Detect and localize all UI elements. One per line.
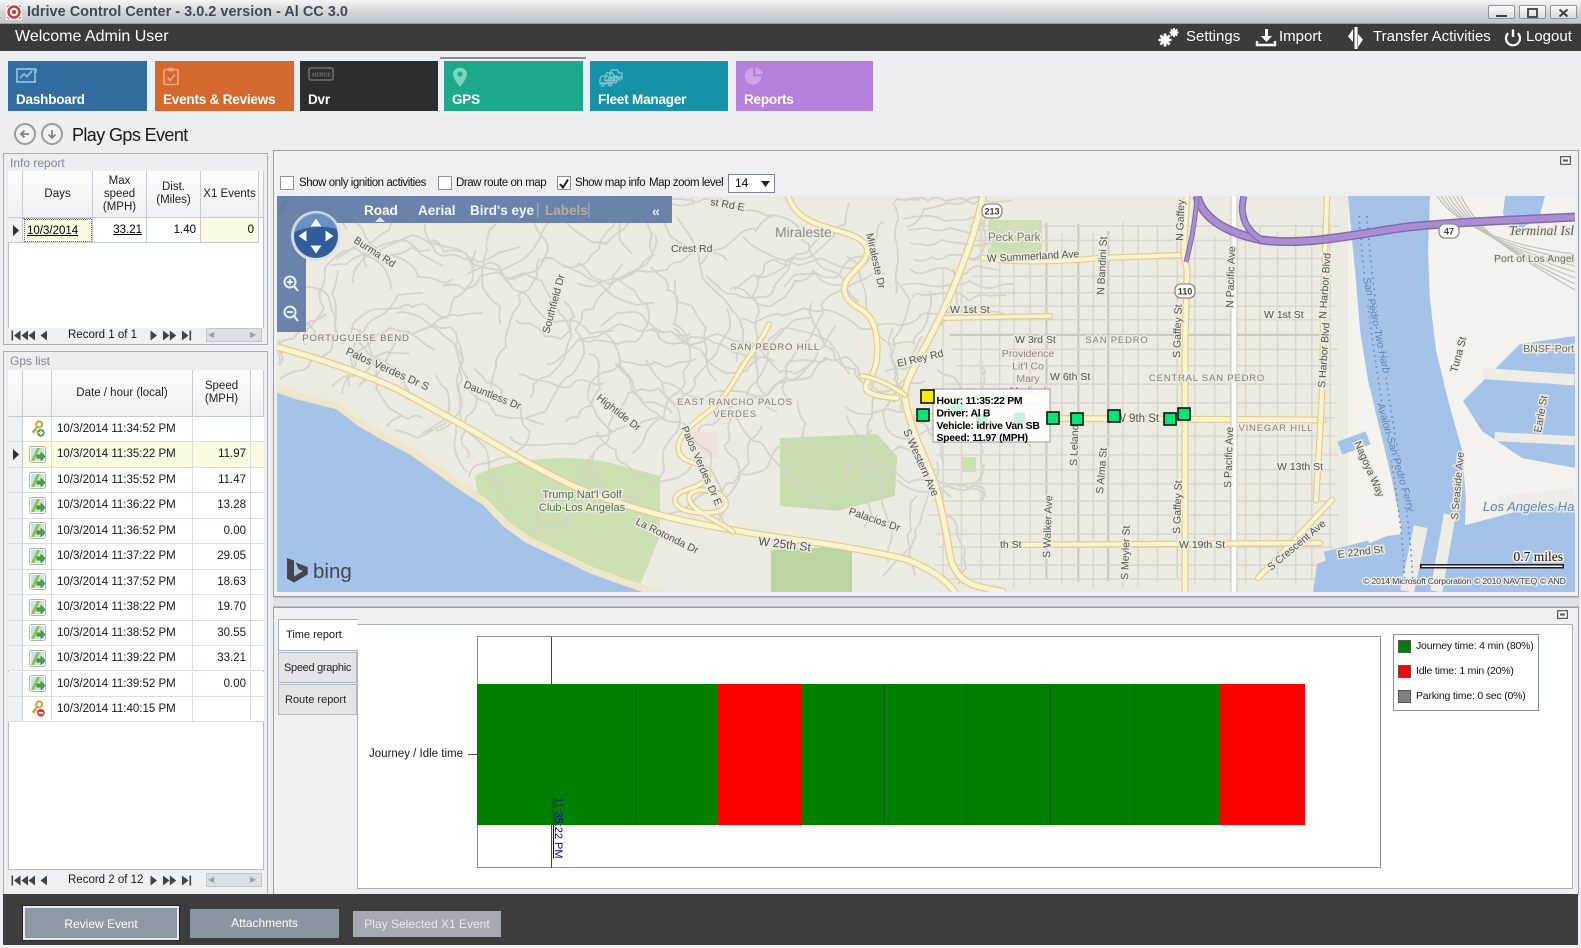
svg-text:SAN PEDRO HILL: SAN PEDRO HILL [730, 342, 820, 353]
svg-text:Los Angeles Harb: Los Angeles Harb [1483, 499, 1575, 514]
svg-text:Road: Road [364, 203, 398, 218]
svg-text:Driver: Al B: Driver: Al B [937, 409, 992, 420]
svg-text:Trump Nat'l Golf: Trump Nat'l Golf [542, 489, 622, 501]
svg-text:W 3rd St: W 3rd St [1015, 334, 1056, 346]
svg-text:Providence: Providence [1002, 348, 1055, 360]
svg-text:110: 110 [1178, 287, 1193, 297]
svg-text:PORTUGUESE BEND: PORTUGUESE BEND [302, 333, 409, 344]
svg-text:S Meyler St: S Meyler St [1119, 525, 1133, 580]
svg-text:W 1st St: W 1st St [950, 304, 990, 316]
svg-text:Vehicle: idrive Van SB: Vehicle: idrive Van SB [937, 421, 1041, 432]
svg-text:MERGE: MERGE [312, 73, 332, 79]
svg-text:213: 213 [984, 207, 999, 217]
svg-text:th St: th St [1000, 539, 1022, 551]
svg-text:Bird's eye: Bird's eye [470, 203, 534, 218]
svg-text:bing: bing [313, 560, 352, 583]
svg-text:VINEGAR HILL: VINEGAR HILL [1238, 423, 1313, 434]
svg-text:EAST RANCHO PALOS: EAST RANCHO PALOS [677, 397, 793, 408]
svg-text:0.7 miles: 0.7 miles [1514, 549, 1564, 564]
svg-text:BNSF-Port: BNSF-Port [1523, 343, 1574, 355]
svg-text:VERDES: VERDES [713, 409, 757, 420]
svg-text:Port of Los Angel: Port of Los Angel [1494, 253, 1574, 265]
svg-text:Peck Park: Peck Park [988, 232, 1041, 244]
svg-text:CENTRAL SAN PEDRO: CENTRAL SAN PEDRO [1149, 373, 1265, 384]
svg-text:W 6th St: W 6th St [1050, 371, 1090, 383]
svg-text:W 9th St: W 9th St [1115, 413, 1160, 425]
svg-text:Crest Rd: Crest Rd [671, 243, 713, 255]
svg-text:Hour: 11:35:22 PM: Hour: 11:35:22 PM [937, 396, 1023, 407]
svg-text:S Gaffey St: S Gaffey St [1171, 304, 1185, 358]
svg-text:© AND: © AND [1540, 576, 1566, 586]
svg-text:Labels: Labels [545, 203, 588, 218]
svg-text:«: « [652, 203, 660, 219]
svg-text:© 2014 Microsoft Corporation: © 2014 Microsoft Corporation [1363, 576, 1471, 586]
svg-text:S Walker Ave: S Walker Ave [1041, 495, 1055, 558]
svg-text:S Gaffey St: S Gaffey St [1171, 480, 1185, 534]
svg-text:Club-Los Angelas: Club-Los Angelas [539, 502, 626, 514]
svg-text:47: 47 [1444, 227, 1454, 237]
svg-text:Terminal Isl: Terminal Isl [1509, 223, 1574, 238]
svg-text:Mary: Mary [1016, 373, 1040, 385]
svg-text:S Pacific Ave: S Pacific Ave [1222, 426, 1236, 488]
svg-text:Miraleste: Miraleste [775, 224, 832, 240]
svg-text:Speed: 11.97 (MPH): Speed: 11.97 (MPH) [937, 433, 1028, 444]
svg-text:© 2010 NAVTEQ: © 2010 NAVTEQ [1474, 576, 1537, 586]
svg-text:W 1st St: W 1st St [1264, 309, 1304, 321]
svg-text:W 13th St: W 13th St [1277, 461, 1323, 473]
svg-text:SAN PEDRO: SAN PEDRO [1085, 335, 1148, 346]
svg-text:Aerial: Aerial [418, 203, 456, 218]
svg-text:S Leland: S Leland [1068, 424, 1081, 466]
svg-text:N Gaffey Pl: N Gaffey Pl [1174, 196, 1188, 241]
svg-text:W 19th St: W 19th St [1179, 539, 1225, 551]
svg-text:Lit'l Co: Lit'l Co [1012, 360, 1044, 372]
svg-text:N Pacific Ave: N Pacific Ave [1224, 246, 1238, 308]
